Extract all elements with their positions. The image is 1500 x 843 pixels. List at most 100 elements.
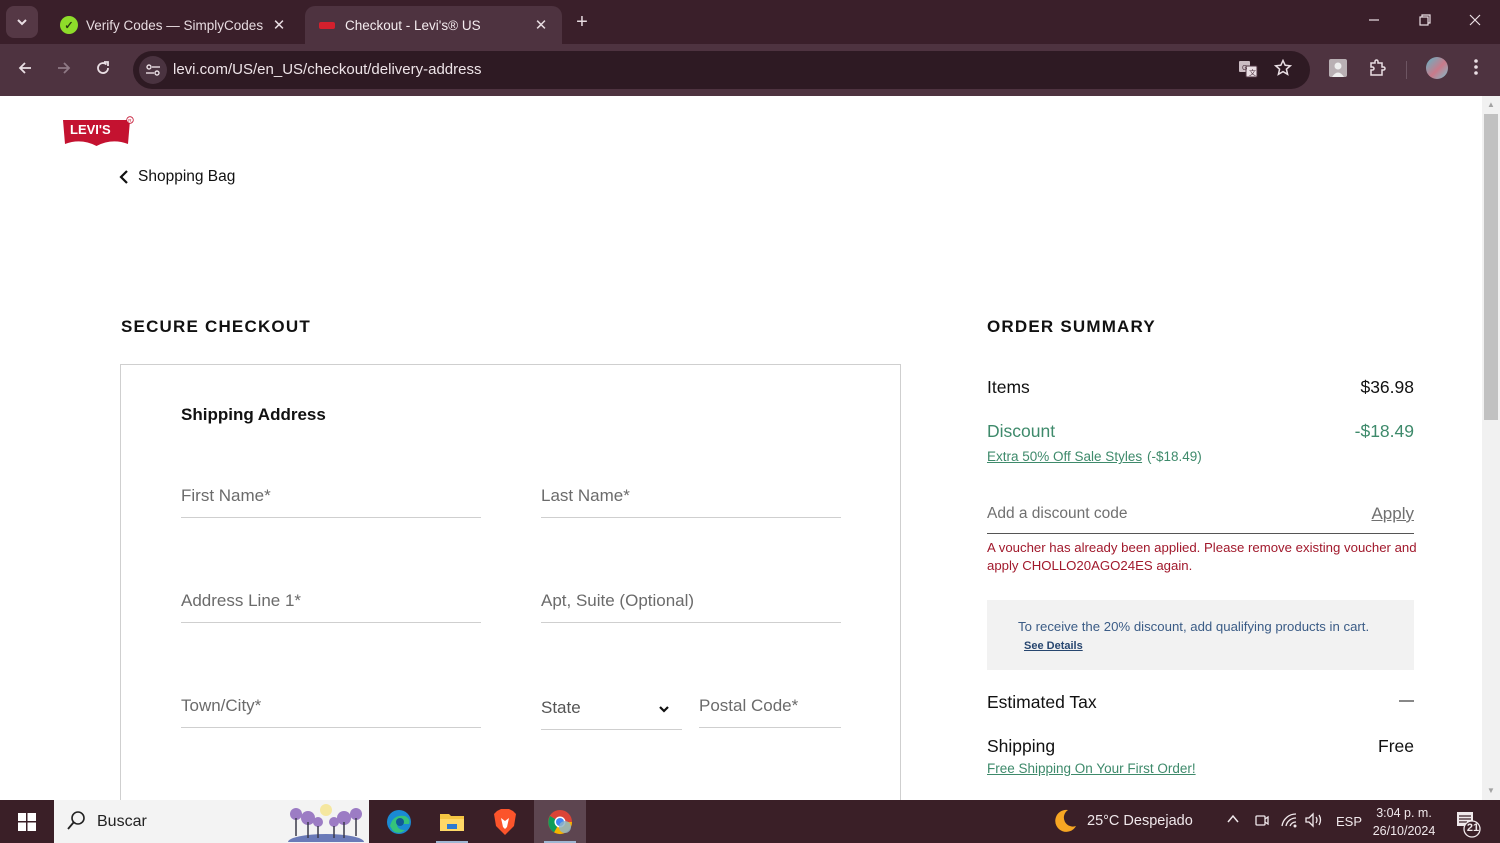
items-row: Items $36.98 [987, 377, 1414, 398]
weather-moon-icon[interactable] [1052, 808, 1078, 837]
state-select-value: State [541, 698, 581, 717]
simplycodes-check-icon: ✓ [60, 16, 78, 34]
estimated-tax-row: Estimated Tax — [987, 692, 1414, 713]
promo-link[interactable]: Extra 50% Off Sale Styles [987, 449, 1142, 464]
notification-count-badge: 21 [1466, 822, 1480, 834]
postal-code-field[interactable]: Postal Code* [699, 688, 841, 728]
taskbar-file-explorer[interactable] [426, 800, 478, 843]
extensions-menu-button[interactable] [1366, 58, 1390, 82]
profile-avatar[interactable] [1426, 57, 1448, 79]
last-name-field[interactable]: Last Name* [541, 478, 841, 518]
address-line1-label: Address Line 1* [181, 591, 302, 610]
discount-value: -$18.49 [1354, 421, 1414, 441]
windows-logo-icon [18, 812, 36, 831]
close-window-button[interactable] [1460, 8, 1490, 36]
scrollbar-thumb[interactable] [1484, 114, 1498, 420]
translate-button[interactable]: G文 [1236, 59, 1260, 81]
meet-now-icon[interactable] [1254, 812, 1270, 833]
clock-time: 3:04 p. m. [1376, 806, 1432, 820]
first-name-label: First Name* [181, 486, 271, 505]
promo-row: Extra 50% Off Sale Styles (-$18.49) [987, 447, 1414, 465]
discount-label: Discount [987, 421, 1056, 441]
edge-icon [387, 809, 411, 834]
chevron-left-icon [119, 170, 128, 184]
levis-logo[interactable]: LEVI'S R [62, 116, 136, 148]
restore-icon [1419, 14, 1431, 26]
taskbar-chrome[interactable] [534, 800, 586, 843]
apt-suite-label: Apt, Suite (Optional) [541, 591, 695, 610]
svg-text:G: G [1242, 65, 1247, 72]
input-language[interactable]: ESP [1336, 814, 1362, 829]
items-label: Items [987, 377, 1030, 397]
reload-button[interactable] [90, 57, 116, 83]
notification-center-button[interactable]: 21 [1455, 810, 1483, 838]
more-vert-icon [1474, 59, 1478, 75]
minimize-icon [1369, 19, 1379, 21]
discount-code-input[interactable]: Add a discount code Apply [987, 498, 1414, 534]
weather-text[interactable]: 25°C Despejado [1087, 813, 1193, 829]
show-hidden-icons-button[interactable] [1226, 812, 1240, 829]
back-button[interactable] [12, 57, 38, 83]
browser-toolbar: levi.com/US/en_US/checkout/delivery-addr… [0, 44, 1500, 96]
browser-menu-button[interactable] [1464, 58, 1488, 82]
town-city-label: Town/City* [181, 696, 262, 715]
clock-date: 26/10/2024 [1372, 824, 1436, 838]
translate-icon: G文 [1239, 61, 1258, 78]
url-text[interactable]: levi.com/US/en_US/checkout/delivery-addr… [173, 61, 481, 78]
shipping-address-card: Shipping Address First Name* Last Name* … [120, 364, 901, 800]
shipping-address-heading: Shipping Address [181, 405, 326, 424]
back-to-shopping-bag-link[interactable]: Shopping Bag [118, 168, 235, 186]
levis-flag-icon [319, 21, 335, 29]
volume-icon[interactable] [1304, 812, 1324, 831]
new-tab-button[interactable]: + [570, 10, 594, 34]
first-name-field[interactable]: First Name* [181, 478, 481, 518]
bookmark-star-button[interactable] [1271, 58, 1295, 81]
free-shipping-link[interactable]: Free Shipping On Your First Order! [987, 761, 1196, 776]
town-city-field[interactable]: Town/City* [181, 688, 481, 728]
minimize-button[interactable] [1359, 8, 1389, 36]
tab-close-icon[interactable]: ✕ [530, 16, 552, 34]
apply-button[interactable]: Apply [1371, 504, 1414, 524]
discount-info-box: To receive the 20% discount, add qualify… [987, 600, 1414, 670]
taskbar-search-box[interactable]: Buscar [54, 800, 369, 843]
search-placeholder: Buscar [97, 813, 147, 830]
estimated-tax-value: — [1399, 692, 1414, 709]
search-highlight-illustration-icon [288, 804, 364, 842]
extension-button[interactable] [1326, 58, 1350, 82]
see-details-link[interactable]: See Details [1024, 640, 1083, 652]
apt-suite-field[interactable]: Apt, Suite (Optional) [541, 583, 841, 623]
shipping-label: Shipping [987, 736, 1056, 756]
svg-text:文: 文 [1249, 68, 1256, 77]
wifi-icon[interactable] [1280, 812, 1298, 831]
site-info-button[interactable] [139, 56, 167, 84]
taskbar-brave[interactable] [479, 800, 531, 843]
postal-code-label: Postal Code* [699, 696, 799, 715]
search-icon [67, 811, 85, 830]
browser-tabstrip: ✓ Verify Codes — SimplyCodes ✕ Checkout … [0, 0, 1500, 44]
address-line1-field[interactable]: Address Line 1* [181, 583, 481, 623]
scroll-down-arrow-icon[interactable]: ▼ [1486, 786, 1496, 796]
scroll-up-arrow-icon[interactable]: ▲ [1486, 100, 1496, 110]
start-button[interactable] [0, 800, 54, 843]
close-icon [1469, 14, 1481, 26]
forward-button[interactable] [51, 57, 77, 83]
restore-button[interactable] [1410, 8, 1440, 36]
taskbar-clock[interactable]: 3:04 p. m. 26/10/2024 [1365, 804, 1443, 840]
tab-search-button[interactable] [6, 6, 38, 38]
page-content: LEVI'S R Shopping Bag SECURE CHECKOUT Sh… [0, 96, 1482, 800]
order-summary-title: ORDER SUMMARY [987, 317, 1156, 336]
last-name-label: Last Name* [541, 486, 630, 505]
discount-code-placeholder: Add a discount code [987, 505, 1128, 522]
address-bar[interactable]: levi.com/US/en_US/checkout/delivery-addr… [133, 51, 1310, 89]
chevron-up-icon [1227, 814, 1239, 823]
tab-simplycodes[interactable]: ✓ Verify Codes — SimplyCodes ✕ [46, 6, 300, 44]
tab-levis-checkout[interactable]: Checkout - Levi's® US ✕ [305, 6, 562, 44]
chevron-down-icon [17, 19, 27, 26]
chevron-down-icon [659, 706, 669, 713]
taskbar-edge[interactable] [373, 800, 425, 843]
arrow-right-icon [58, 62, 71, 74]
page-scrollbar[interactable]: ▲ ▼ [1482, 96, 1500, 800]
state-select[interactable]: State [541, 690, 682, 730]
items-value: $36.98 [1360, 377, 1414, 397]
tab-close-icon[interactable]: ✕ [268, 16, 290, 34]
